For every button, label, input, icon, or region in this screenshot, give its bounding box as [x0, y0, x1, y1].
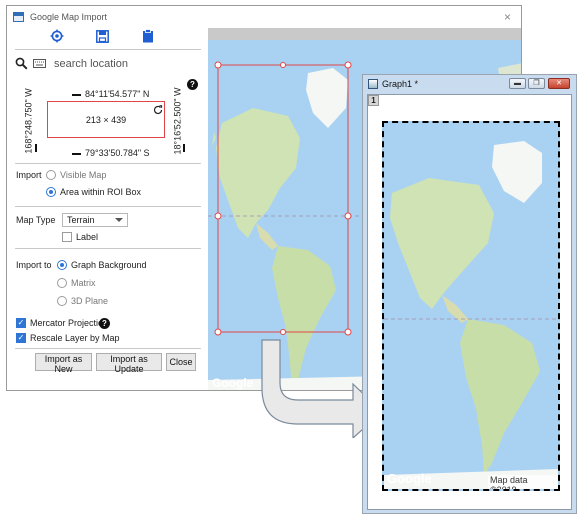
import-as-update-button[interactable]: Import as Update: [96, 353, 162, 374]
map-type-value: Terrain: [67, 215, 95, 225]
rescale-checkbox[interactable]: ✓: [16, 333, 26, 343]
search-icon[interactable]: [15, 57, 28, 72]
label-checkbox-label: Label: [76, 232, 99, 242]
toolbar: [7, 28, 207, 46]
close-icon[interactable]: ✕: [548, 78, 570, 89]
north-marker: [72, 94, 81, 96]
google-logo: Google: [387, 471, 432, 486]
search-input[interactable]: [52, 57, 182, 71]
visible-map-radio[interactable]: [46, 170, 56, 180]
dialog-title: Google Map Import: [30, 12, 108, 22]
graph-background-label: Graph Background: [71, 260, 147, 270]
layer-tab[interactable]: 1: [368, 95, 379, 106]
import-label: Import: [16, 170, 42, 180]
minimize-icon[interactable]: ▬: [509, 78, 526, 89]
divider: [15, 248, 201, 249]
west-marker: [35, 144, 37, 152]
mercator-label: Mercator Projection: [30, 318, 109, 328]
east-marker: [183, 144, 185, 152]
divider: [15, 348, 201, 349]
graph-titlebar[interactable]: Graph1 * ▬ ❐ ✕: [363, 75, 576, 93]
roi-box[interactable]: 213 × 439: [47, 101, 165, 138]
graph-window-icon: [368, 79, 378, 89]
mercator-help-icon[interactable]: ?: [99, 318, 110, 329]
west-coordinate: 168°248.750" W: [23, 88, 34, 154]
toolbar-divider: [15, 49, 201, 50]
north-coordinate: 84°11'54.577" N: [85, 89, 150, 99]
area-roi-label: Area within ROI Box: [60, 187, 142, 197]
reset-roi-icon[interactable]: [153, 105, 163, 117]
south-coordinate: 79°33'50.784" S: [85, 148, 150, 158]
graph-window: Graph1 * ▬ ❐ ✕ 1 Google Map data ©2019: [362, 74, 577, 514]
graph-map-image: [384, 123, 558, 489]
matrix-radio[interactable]: [57, 278, 67, 288]
save-icon[interactable]: [94, 28, 110, 44]
google-logo: Google: [212, 376, 254, 390]
settings-icon[interactable]: [49, 28, 65, 44]
dialog-titlebar[interactable]: Google Map Import ×: [7, 6, 521, 28]
area-roi-radio[interactable]: [46, 187, 56, 197]
3d-plane-radio[interactable]: [57, 296, 67, 306]
map-attribution: Map data ©2019: [488, 475, 558, 489]
restore-icon[interactable]: ❐: [528, 78, 545, 89]
mercator-checkbox[interactable]: ✓: [16, 318, 26, 328]
divider: [15, 163, 201, 164]
app-window-icon: [13, 12, 24, 22]
options-panel: ? 84°11'54.577" N 168°248.750" W 213 × 4…: [7, 28, 207, 390]
close-icon[interactable]: ×: [504, 10, 511, 24]
graph-page[interactable]: 1 Google Map data ©2019: [367, 94, 572, 510]
rescale-label: Rescale Layer by Map: [30, 333, 120, 343]
east-coordinate: 18°16'52.500" W: [172, 87, 183, 155]
south-marker: [72, 153, 81, 155]
matrix-label: Matrix: [71, 278, 96, 288]
help-icon[interactable]: ?: [187, 79, 198, 90]
search-row: [15, 54, 201, 74]
graph-title: Graph1 *: [382, 79, 419, 89]
visible-map-label: Visible Map: [60, 170, 107, 180]
graph-background-radio[interactable]: [57, 260, 67, 270]
chevron-down-icon: [115, 218, 123, 222]
import-as-new-button[interactable]: Import as New: [35, 353, 92, 374]
import-to-label: Import to: [16, 260, 52, 270]
map-type-select[interactable]: Terrain: [62, 213, 128, 227]
clipboard-icon[interactable]: [140, 28, 156, 44]
roi-size-text: 213 × 439: [85, 114, 127, 125]
graph-layer-map[interactable]: Google Map data ©2019: [382, 121, 560, 491]
close-button[interactable]: Close: [166, 353, 196, 371]
divider: [15, 206, 201, 207]
label-checkbox[interactable]: [62, 232, 72, 242]
3d-plane-label: 3D Plane: [71, 296, 109, 306]
map-type-label: Map Type: [16, 215, 56, 225]
keyboard-icon[interactable]: [33, 58, 46, 70]
